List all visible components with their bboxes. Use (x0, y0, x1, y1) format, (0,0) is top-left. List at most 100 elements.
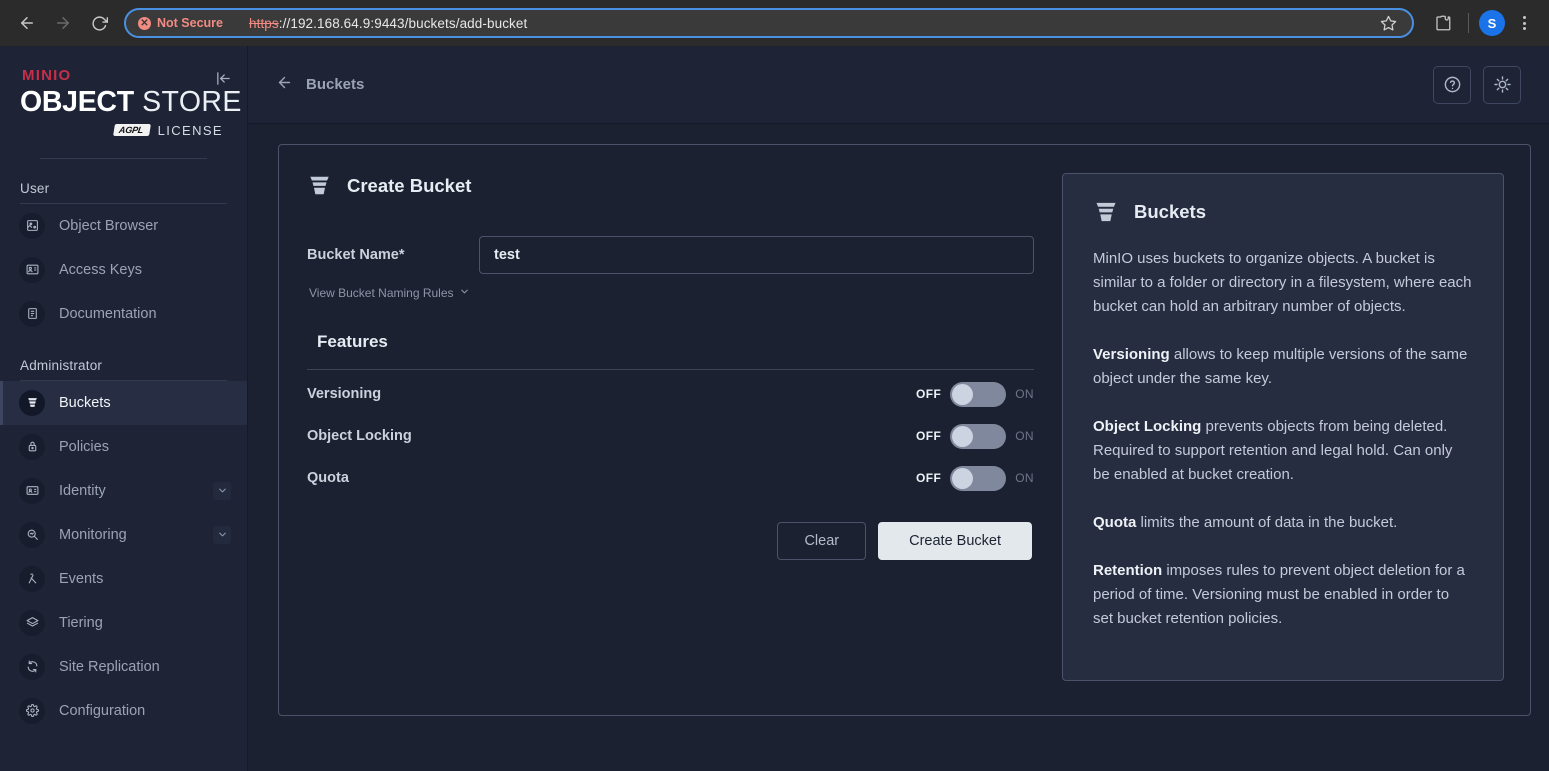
avatar[interactable]: S (1479, 10, 1505, 36)
toggle-off-label: OFF (915, 387, 942, 401)
chevron-down-icon[interactable] (213, 481, 231, 500)
help-term: Object Locking (1093, 418, 1202, 435)
lock-icon (19, 433, 45, 460)
agpl-badge: AGPL (113, 124, 152, 136)
sidebar-item-label: Events (59, 570, 104, 587)
sidebar-item-policies[interactable]: Policies (0, 425, 247, 469)
collapse-sidebar-icon[interactable] (213, 68, 233, 88)
browser-back-button[interactable] (10, 6, 44, 40)
bucket-name-label: Bucket Name* (307, 247, 405, 263)
bucket-name-row: Bucket Name* (307, 236, 1034, 274)
create-bucket-form: Create Bucket Bucket Name* View Bucket N… (305, 173, 1036, 681)
help-paragraph-intro: MinIO uses buckets to organize objects. … (1093, 247, 1473, 319)
url-scheme: https (249, 15, 279, 31)
sidebar-item-configuration[interactable]: Configuration (0, 689, 247, 733)
help-term: Retention (1093, 562, 1163, 579)
layers-icon (19, 609, 45, 636)
light-mode-icon[interactable] (1483, 65, 1521, 104)
sidebar-section-user-title: User (20, 180, 50, 196)
quota-toggle[interactable]: OFF ON (915, 465, 1034, 491)
toggle-on-label: ON (1015, 471, 1034, 485)
sidebar-item-label: Documentation (59, 305, 157, 322)
help-circle-icon[interactable] (1433, 65, 1471, 104)
logo-block: MINIO OBJECT STORE AGPL LICENSE (0, 46, 247, 159)
sidebar-item-object-browser[interactable]: Object Browser (0, 204, 247, 248)
not-secure-icon: ✕ (138, 16, 151, 30)
browser-actions: S (1424, 8, 1539, 38)
object-locking-switch[interactable] (950, 423, 1007, 449)
help-panel-title: Buckets (1093, 199, 1473, 225)
feature-row-quota: Quota OFF ON (307, 460, 1034, 496)
sidebar-item-site-replication[interactable]: Site Replication (0, 645, 247, 689)
access-keys-icon (19, 256, 45, 283)
view-bucket-naming-rules-link[interactable]: View Bucket Naming Rules (309, 286, 470, 300)
help-paragraph-versioning: Versioning allows to keep multiple versi… (1093, 343, 1473, 391)
help-paragraph-object-locking: Object Locking prevents objects from bei… (1093, 415, 1473, 487)
help-text: limits the amount of data in the bucket. (1136, 514, 1398, 531)
page-content: Create Bucket Bucket Name* View Bucket N… (248, 124, 1549, 771)
star-icon[interactable] (1374, 9, 1402, 37)
header-actions (1433, 65, 1521, 104)
feature-label: Versioning (307, 386, 382, 402)
clear-button[interactable]: Clear (777, 522, 867, 560)
sidebar-item-buckets[interactable]: Buckets (0, 380, 247, 425)
feature-row-object-locking: Object Locking OFF ON (307, 418, 1034, 454)
sidebar-item-events[interactable]: Events (0, 557, 247, 601)
sidebar-item-identity[interactable]: Identity (0, 469, 247, 513)
sidebar: MINIO OBJECT STORE AGPL LICENSE User Obj… (0, 46, 248, 771)
form-actions: Clear Create Bucket (307, 522, 1034, 560)
sidebar-item-label: Identity (59, 482, 106, 499)
switch-knob (952, 383, 974, 405)
features-heading: Features (317, 332, 388, 351)
bucket-name-input[interactable] (479, 236, 1034, 274)
security-status[interactable]: ✕ Not Secure (138, 16, 223, 30)
toggle-on-label: ON (1015, 429, 1034, 443)
create-bucket-button[interactable]: Create Bucket (878, 522, 1032, 560)
license-line: AGPL LICENSE (20, 123, 227, 138)
sidebar-item-documentation[interactable]: Documentation (0, 292, 247, 336)
object-locking-toggle[interactable]: OFF ON (915, 423, 1034, 449)
help-text: MinIO uses buckets to organize objects. … (1093, 250, 1472, 315)
kebab-menu-icon[interactable] (1509, 8, 1539, 38)
sidebar-item-label: Policies (59, 438, 109, 455)
bucket-icon (307, 173, 332, 198)
versioning-toggle[interactable]: OFF ON (915, 381, 1034, 407)
chevron-down-icon (459, 286, 470, 300)
chevron-down-icon[interactable] (213, 525, 231, 544)
toggle-off-label: OFF (915, 429, 942, 443)
help-panel: Buckets MinIO uses buckets to organize o… (1062, 173, 1504, 681)
sidebar-item-label: Access Keys (59, 261, 142, 278)
browser-forward-button[interactable] (46, 6, 80, 40)
sidebar-item-access-keys[interactable]: Access Keys (0, 248, 247, 292)
sidebar-section-administrator-title: Administrator (20, 357, 103, 373)
create-bucket-panel: Create Bucket Bucket Name* View Bucket N… (278, 144, 1531, 716)
documentation-icon (19, 300, 45, 327)
sidebar-item-label: Site Replication (59, 658, 160, 675)
url-text[interactable]: https://192.168.64.9:9443/buckets/add-bu… (231, 16, 1366, 31)
address-bar[interactable]: ✕ Not Secure https://192.168.64.9:9443/b… (124, 8, 1414, 38)
minio-wordmark: MINIO (22, 67, 72, 84)
sidebar-item-label: Tiering (59, 614, 103, 631)
puzzle-piece-icon[interactable] (1428, 8, 1458, 38)
switch-knob (952, 425, 974, 447)
help-paragraph-retention: Retention imposes rules to prevent objec… (1093, 559, 1473, 631)
breadcrumb-label: Buckets (306, 76, 365, 93)
identity-card-icon (19, 477, 45, 504)
toggle-off-label: OFF (915, 471, 942, 485)
naming-rules-label: View Bucket Naming Rules (309, 286, 454, 300)
browser-reload-button[interactable] (82, 6, 116, 40)
app-shell: MINIO OBJECT STORE AGPL LICENSE User Obj… (0, 46, 1549, 771)
sidebar-item-monitoring[interactable]: Monitoring (0, 513, 247, 557)
breadcrumb[interactable]: Buckets (276, 74, 364, 95)
url-rest: ://192.168.64.9:9443/buckets/add-bucket (278, 15, 528, 31)
help-paragraph-quota: Quota limits the amount of data in the b… (1093, 511, 1473, 535)
versioning-switch[interactable] (950, 381, 1007, 407)
quota-switch[interactable] (950, 465, 1007, 491)
license-label: LICENSE (157, 122, 223, 138)
help-panel-title-label: Buckets (1134, 201, 1206, 222)
sidebar-item-label: Configuration (59, 702, 146, 719)
switch-knob (952, 467, 974, 489)
sidebar-item-tiering[interactable]: Tiering (0, 601, 247, 645)
feature-row-versioning: Versioning OFF ON (307, 376, 1034, 412)
back-arrow-icon[interactable] (276, 74, 293, 95)
